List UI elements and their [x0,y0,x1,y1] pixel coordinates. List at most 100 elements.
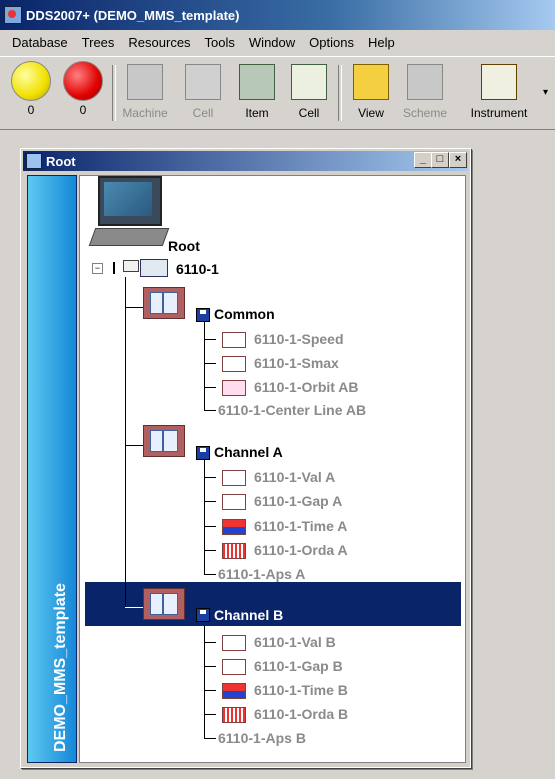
sidebar-panel: DEMO_MMS_template [27,175,77,763]
tree-item[interactable]: 6110-1-Time A [254,518,347,534]
tree-connector-line [204,322,205,410]
tree-connector-line [204,501,216,502]
item-icon [239,64,275,100]
toolbar-item-label: Item [245,106,269,120]
tree-connector-line [204,410,216,411]
toolbar-cell-disabled-button[interactable]: Cell [176,61,230,125]
maximize-button[interactable]: □ [431,152,449,168]
app-title-bar: DDS2007+ (DEMO_MMS_template) [0,0,555,30]
menu-options[interactable]: Options [309,35,354,50]
toolbar-cell-label: Cell [298,106,320,120]
red-ball-icon [63,61,103,101]
toolbar: 0 0 Machine Cell Item Cell View Scheme I… [0,56,555,130]
group-book-icon [143,287,185,319]
tree-connector-line [125,445,143,446]
tree-item[interactable]: 6110-1-Val B [254,634,336,650]
toolbar-cell-disabled-label: Cell [192,106,214,120]
menu-tools[interactable]: Tools [205,35,235,50]
time-waveform-icon [222,683,246,699]
group-channel-b-label[interactable]: Channel B [214,607,283,623]
computer-monitor-icon [88,176,170,248]
menu-trees[interactable]: Trees [82,35,115,50]
tree-connector-line [125,277,126,607]
toolbar-scheme-button[interactable]: Scheme [398,61,452,125]
minimize-button[interactable]: _ [414,152,432,168]
tree-connector-line [204,642,216,643]
tree-collapse-toggle[interactable]: − [92,263,103,274]
toolbar-separator [112,65,116,121]
trend-chart-icon [222,494,246,510]
toolbar-separator [338,65,342,121]
orbit-icon [222,380,246,396]
tree-item[interactable]: 6110-1-Time B [254,682,348,698]
time-waveform-icon [222,519,246,535]
tree-item[interactable]: 6110-1-Aps A [218,566,305,582]
menu-help[interactable]: Help [368,35,395,50]
spectrum-bars-icon [222,707,246,723]
toolbar-yellow-count: 0 [27,103,35,117]
toolbar-cell-button[interactable]: Cell [282,61,336,125]
view-icon [353,64,389,100]
tree-item[interactable]: 6110-1-Val A [254,469,335,485]
tree-connector-line [204,714,216,715]
tree-item[interactable]: 6110-1-Orda B [254,706,348,722]
tree-root-label[interactable]: Root [168,238,200,254]
group-common-label[interactable]: Common [214,306,275,322]
trend-chart-icon [222,470,246,486]
machine-icon [127,64,163,100]
menu-bar: Database Trees Resources Tools Window Op… [0,30,555,54]
tree-connector-line [204,477,216,478]
tree-connector-line [204,339,216,340]
sidebar-label: DEMO_MMS_template [52,583,69,752]
tree-connector-line [204,550,216,551]
root-window-title: Root [46,153,76,169]
cell-tree-icon [185,64,221,100]
tree-machine-label[interactable]: 6110-1 [176,261,219,277]
group-channel-a-label[interactable]: Channel A [214,444,283,460]
tree-item[interactable]: 6110-1-Gap B [254,658,343,674]
toolbar-instrument-button[interactable]: Instrument [462,61,536,125]
machine-node-icon [113,260,139,274]
tree-item[interactable]: 6110-1-Orda A [254,542,348,558]
close-icon: × [454,153,462,165]
close-button[interactable]: × [449,152,467,168]
menu-database[interactable]: Database [12,35,68,50]
spectrum-bars-icon [222,543,246,559]
tree-item[interactable]: 6110-1-Center Line AB [218,402,366,418]
toolbar-item-button[interactable]: Item [230,61,284,125]
trend-chart-icon [222,356,246,372]
tree-connector-line [204,526,216,527]
toolbar-yellow-button[interactable]: 0 [4,61,58,125]
trend-chart-icon [222,332,246,348]
group-book-icon [143,425,185,457]
toolbar-machine-label: Machine [122,106,168,120]
toolbar-red-count: 0 [79,103,87,117]
scheme-icon [407,64,443,100]
group-book-icon [143,588,185,620]
yellow-ball-icon [11,61,51,101]
tree-connector-line [204,738,216,739]
trend-chart-icon [222,659,246,675]
tree-connector-line [204,387,216,388]
toolbar-view-button[interactable]: View [344,61,398,125]
tree-connector-line [204,574,216,575]
group-disk-icon [196,446,210,460]
tree-item[interactable]: 6110-1-Smax [254,355,339,371]
tree-item[interactable]: 6110-1-Gap A [254,493,342,509]
toolbar-machine-button[interactable]: Machine [118,61,172,125]
tree-connector-line [125,607,143,608]
group-disk-icon [196,308,210,322]
menu-window[interactable]: Window [249,35,295,50]
tree-connector-line [125,307,143,308]
tree-item[interactable]: 6110-1-Aps B [218,730,306,746]
group-disk-icon [196,608,210,622]
toolbar-overflow-chevron-icon[interactable]: ▾ [543,87,548,98]
cell-add-icon [291,64,327,100]
machine-image-icon [140,259,168,277]
tree-item[interactable]: 6110-1-Speed [254,331,344,347]
toolbar-red-button[interactable]: 0 [56,61,110,125]
root-window-title-bar: Root [23,151,468,171]
menu-resources[interactable]: Resources [128,35,190,50]
tree-item[interactable]: 6110-1-Orbit AB [254,379,359,395]
instrument-icon [481,64,517,100]
